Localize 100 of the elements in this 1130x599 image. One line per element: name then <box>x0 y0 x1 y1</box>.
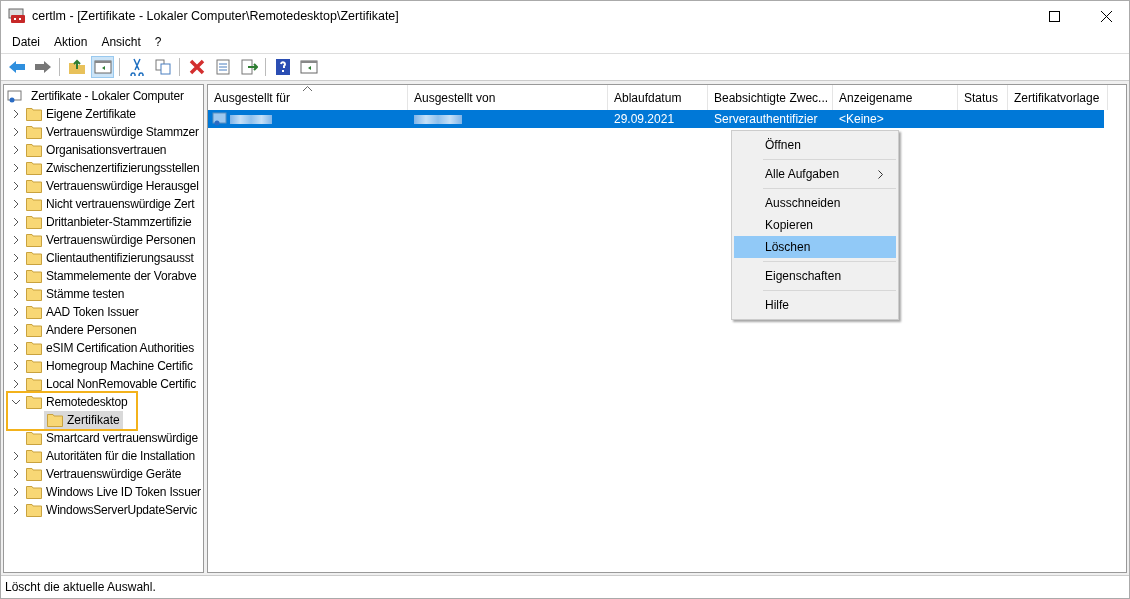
folder-icon <box>26 503 42 517</box>
menu-item[interactable]: Datei <box>5 35 47 49</box>
folder-icon <box>26 197 42 211</box>
tree-item[interactable]: Vertrauenswürdige Stammzer <box>46 125 199 139</box>
console-tree-button[interactable] <box>91 56 114 78</box>
expand-icon[interactable] <box>12 452 20 460</box>
certificate-icon <box>212 112 228 126</box>
expand-icon[interactable] <box>12 272 20 280</box>
tree-item[interactable]: Local NonRemovable Certific <box>46 377 196 391</box>
folder-icon <box>26 143 42 157</box>
tree-item[interactable]: Eigene Zertifikate <box>46 107 136 121</box>
folder-icon <box>26 359 42 373</box>
sort-icon <box>302 86 312 91</box>
expand-icon[interactable] <box>12 326 20 334</box>
expand-icon[interactable] <box>12 470 20 478</box>
folder-icon <box>26 107 42 121</box>
close-icon[interactable] <box>1100 10 1112 22</box>
folder-icon <box>26 215 42 229</box>
table-cell: Serverauthentifizier <box>714 112 818 126</box>
tree-item[interactable]: Vertrauenswürdige Personen <box>46 233 196 247</box>
expand-icon[interactable] <box>12 110 20 118</box>
folder-icon <box>26 341 42 355</box>
folder-icon <box>26 467 42 481</box>
folder-icon <box>26 125 42 139</box>
context-menu-item[interactable]: Hilfe <box>734 294 896 316</box>
expand-icon[interactable] <box>12 290 20 298</box>
folder-icon <box>26 305 42 319</box>
folder-icon <box>26 179 42 193</box>
maximize-icon[interactable] <box>1048 10 1060 22</box>
expand-icon[interactable] <box>12 236 20 244</box>
expand-icon[interactable] <box>12 308 20 316</box>
expand-icon[interactable] <box>12 164 20 172</box>
tree-item[interactable]: Smartcard vertrauenswürdige <box>46 431 198 445</box>
expand-icon[interactable] <box>12 344 20 352</box>
expand-icon[interactable] <box>12 380 20 388</box>
folder-icon <box>26 269 42 283</box>
context-menu-item[interactable]: Eigenschaften <box>734 265 896 287</box>
certificate-manager-icon <box>8 7 26 25</box>
folder-icon <box>26 449 42 463</box>
expand-icon[interactable] <box>12 218 20 226</box>
expand-icon[interactable] <box>12 506 20 514</box>
folder-icon <box>26 431 42 445</box>
tree-item[interactable]: Windows Live ID Token Issuer <box>46 485 201 499</box>
folder-icon <box>26 485 42 499</box>
tree-item[interactable]: Andere Personen <box>46 323 137 337</box>
column-header-label: Zertifikatvorlage <box>1014 90 1100 105</box>
expand-icon[interactable] <box>12 146 20 154</box>
table-cell: 29.09.2021 <box>614 112 675 126</box>
column-header-label: Ausgestellt für <box>214 90 291 105</box>
tree-item[interactable]: Zwischenzertifizierungsstellen <box>46 161 200 175</box>
blurred-text <box>414 114 462 124</box>
folder-icon <box>26 251 42 265</box>
column-header-label: Beabsichtigte Zwec... <box>714 90 829 105</box>
expand-icon[interactable] <box>12 128 20 136</box>
tree-root[interactable]: Zertifikate - Lokaler Computer <box>31 89 184 103</box>
window-title: certlm - [Zertifikate - Lokaler Computer\Remotedesktop\Zertifikate] <box>32 9 399 23</box>
expand-icon[interactable] <box>12 182 20 190</box>
context-menu-item[interactable]: Löschen <box>734 236 896 258</box>
folder-icon <box>47 413 63 427</box>
folder-icon <box>26 377 42 391</box>
context-menu-item[interactable]: Kopieren <box>734 214 896 236</box>
expand-icon[interactable] <box>12 488 20 496</box>
column-header-label: Ausgestellt von <box>414 90 496 105</box>
tree-item[interactable]: Stämme testen <box>46 287 125 301</box>
tree-item[interactable]: Remotedesktop <box>46 395 128 409</box>
table-cell: <Keine> <box>839 112 884 126</box>
status-text: Löscht die aktuelle Auswahl. <box>5 580 156 594</box>
tree-item[interactable]: Vertrauenswürdige Herausgel <box>46 179 199 193</box>
tree-item[interactable]: AAD Token Issuer <box>46 305 139 319</box>
folder-icon <box>26 161 42 175</box>
menu-item[interactable]: Aktion <box>47 35 95 49</box>
tree-item[interactable]: Nicht vertrauenswürdige Zert <box>46 197 195 211</box>
tree-item[interactable]: Clientauthentifizierungsausst <box>46 251 194 265</box>
column-header-label: Ablaufdatum <box>614 90 682 105</box>
expand-icon[interactable] <box>12 254 20 262</box>
menu-item[interactable]: ? <box>147 35 169 49</box>
tree-item[interactable]: Homegroup Machine Certific <box>46 359 193 373</box>
tree-item[interactable]: Organisationsvertrauen <box>46 143 167 157</box>
collapse-icon[interactable] <box>12 398 20 406</box>
folder-icon <box>26 233 42 247</box>
tree-item[interactable]: eSIM Certification Authorities <box>46 341 195 355</box>
expand-icon[interactable] <box>12 362 20 370</box>
blurred-text <box>230 114 272 124</box>
folder-icon <box>26 287 42 301</box>
tree-item[interactable]: Vertrauenswürdige Geräte <box>46 467 182 481</box>
column-header-label: Anzeigename <box>839 90 913 105</box>
context-menu-item[interactable]: Öffnen <box>734 134 896 156</box>
tree-item[interactable]: Stammelemente der Vorabve <box>46 269 197 283</box>
folder-icon <box>26 395 42 409</box>
certificate-icon <box>7 88 23 104</box>
expand-icon[interactable] <box>12 200 20 208</box>
menu-item[interactable]: Ansicht <box>94 35 148 49</box>
context-menu-item[interactable]: Alle Aufgaben <box>734 163 896 185</box>
column-header-label: Status <box>964 90 999 105</box>
table-row[interactable]: 29.09.2021 Serverauthentifizier <Keine> <box>208 110 1104 128</box>
tree-item[interactable]: Autoritäten für die Installation <box>46 449 196 463</box>
context-menu-item[interactable]: Ausschneiden <box>734 192 896 214</box>
tree-item[interactable]: Drittanbieter-Stammzertifizie <box>46 215 192 229</box>
tree-item[interactable]: WindowsServerUpdateServic <box>46 503 198 517</box>
tree-item[interactable]: Zertifikate <box>44 411 123 429</box>
